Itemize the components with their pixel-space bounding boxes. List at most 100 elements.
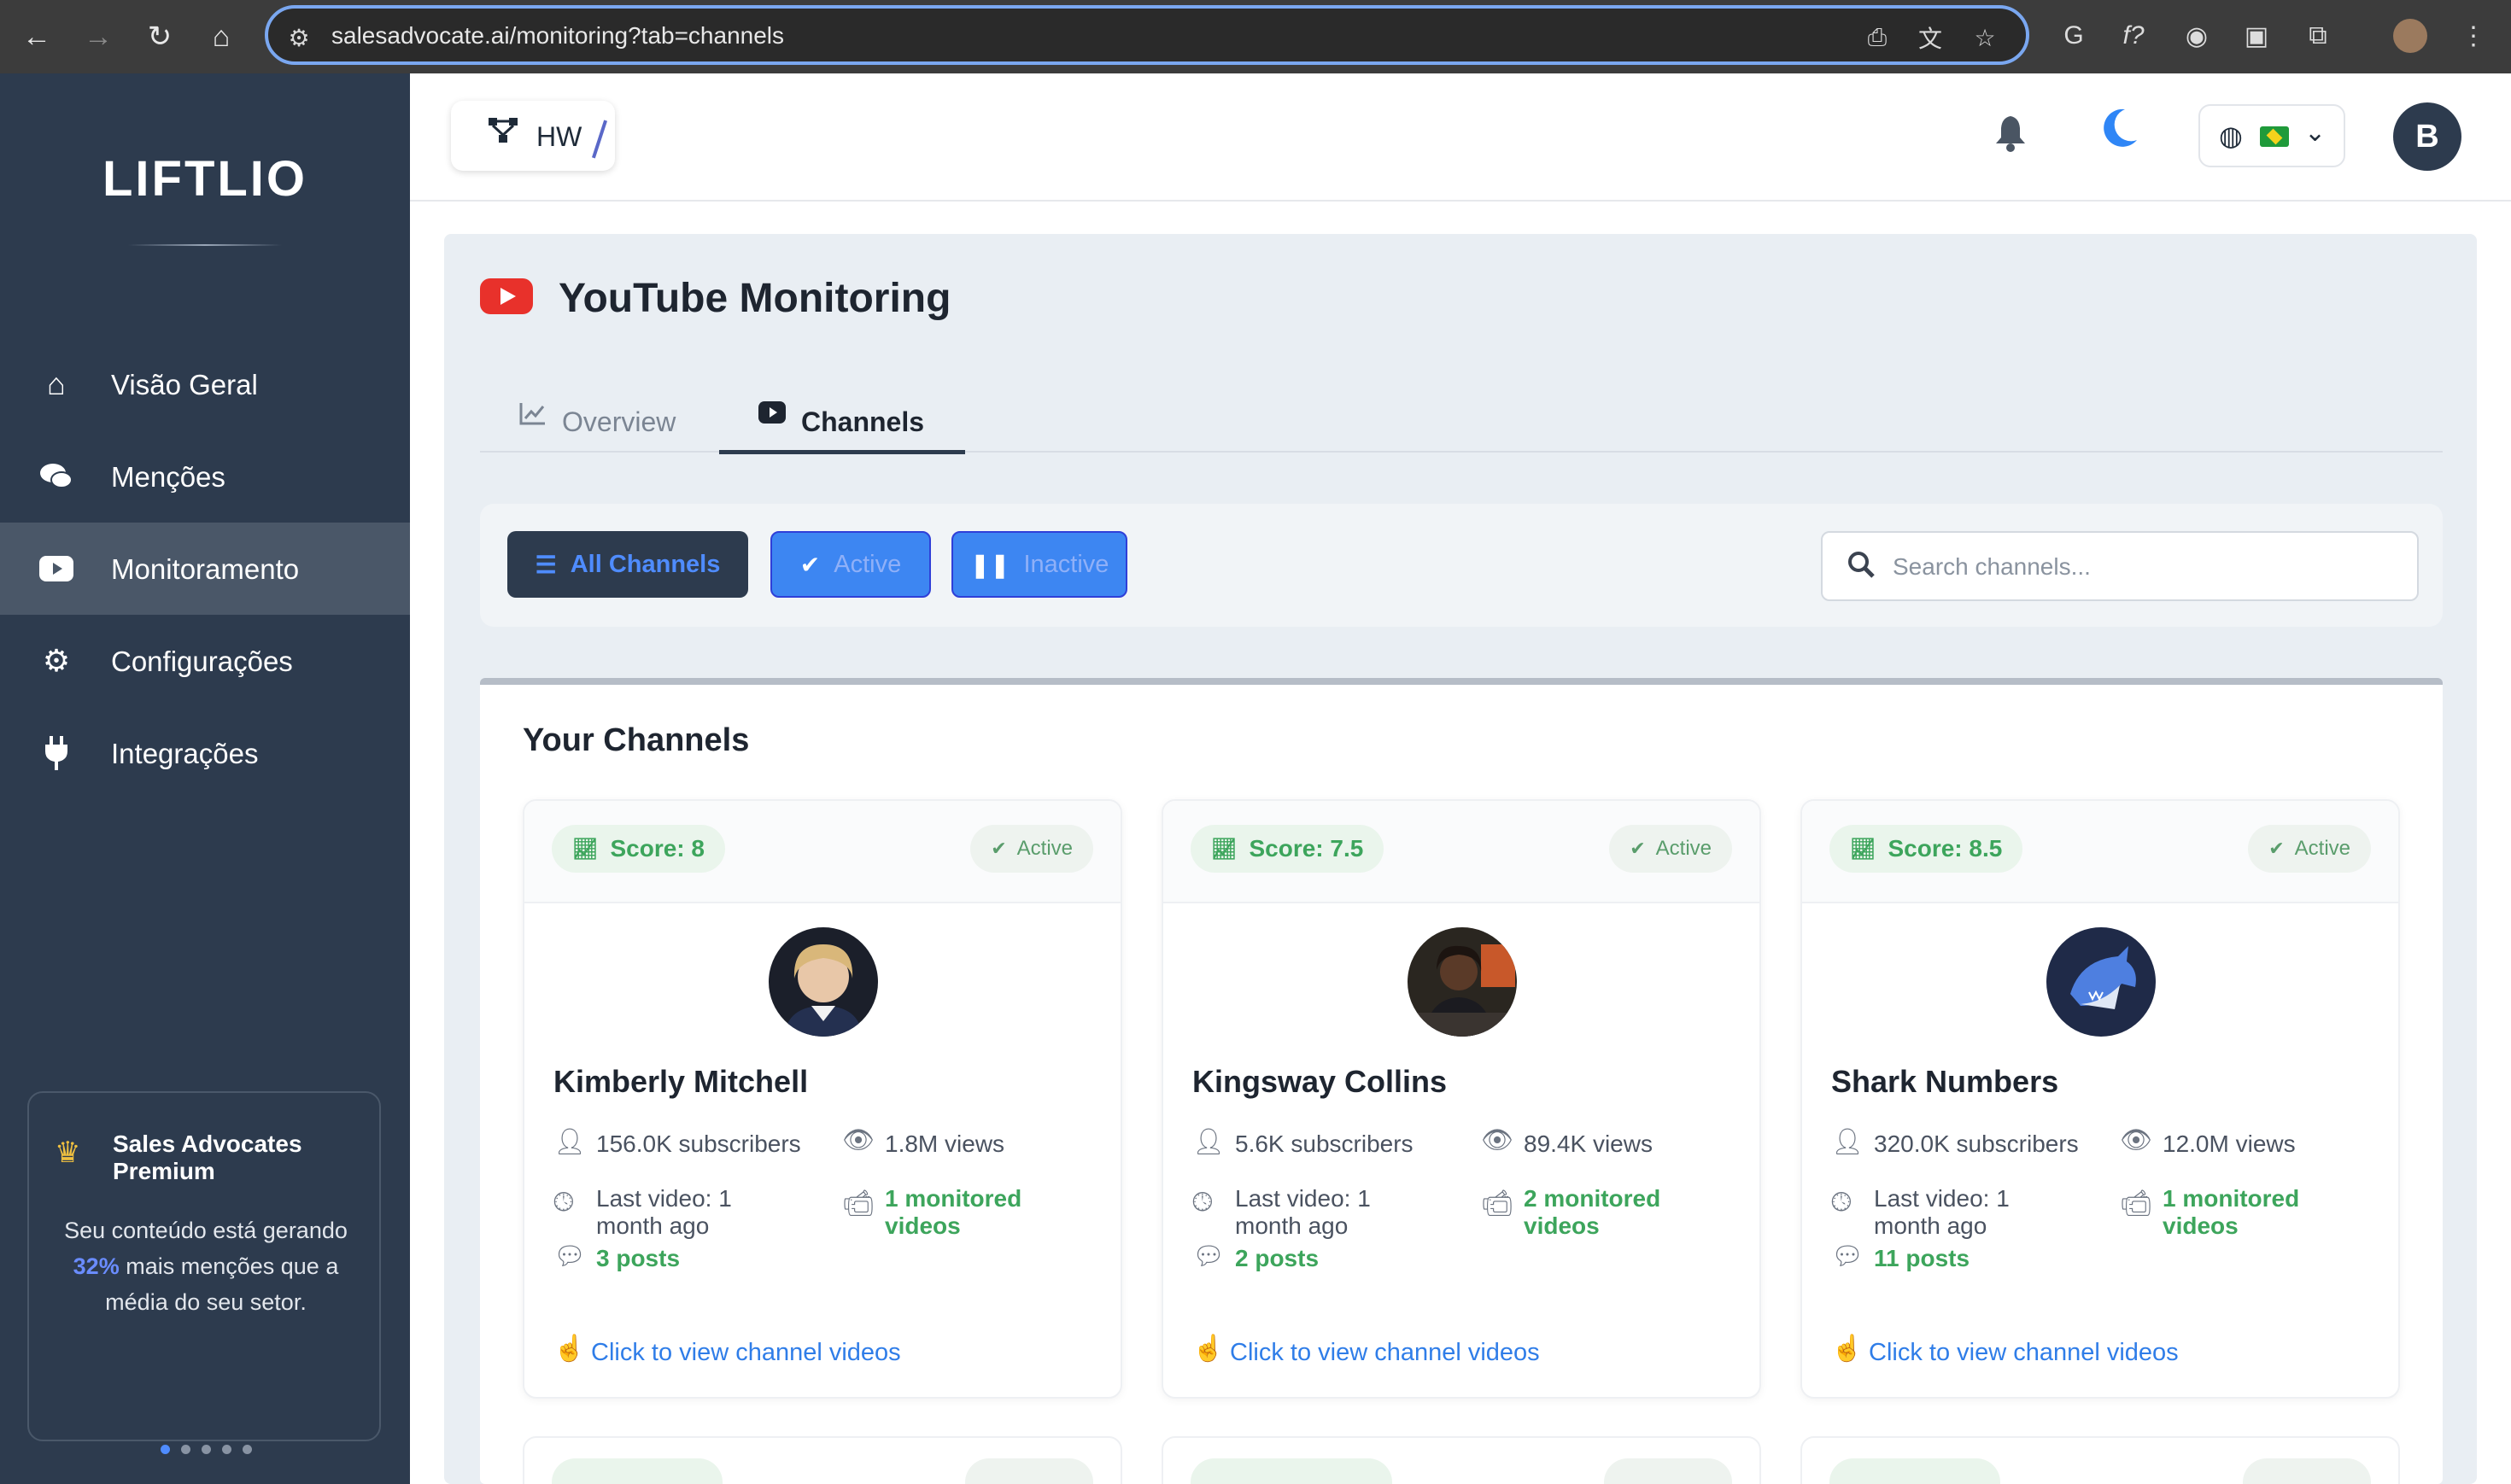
clock-icon: 🕓︎ [553, 1189, 574, 1217]
app-logo[interactable]: LIFTLIO [0, 150, 410, 207]
channel-avatar [1408, 927, 1517, 1037]
home-browser-icon[interactable]: ⌂ [196, 12, 246, 61]
carousel-dot[interactable] [181, 1445, 190, 1454]
monitored-videos: 2 monitored videos [1524, 1185, 1661, 1239]
google-translate-extension-icon[interactable]: G [2052, 14, 2096, 58]
color-extension-icon[interactable]: ▣ [2234, 14, 2279, 58]
all-channels-button[interactable]: ☰ All Channels [507, 531, 748, 598]
project-tree-icon [489, 118, 518, 150]
check-icon: ✔ [2268, 838, 2285, 859]
card-header: 📈︎ Score: 7.5 ✔ Active [1163, 801, 1759, 903]
chart-line-icon: 📈︎ [1850, 837, 1876, 861]
youtube-small-icon [758, 401, 786, 430]
subscribers-count: 156.0K subscribers [596, 1131, 801, 1157]
sidebar-item-label: Menções [111, 461, 225, 493]
eye-icon: 👁︎ [842, 1126, 875, 1154]
eye-icon: 👁︎ [1481, 1126, 1514, 1154]
search-box[interactable] [1821, 531, 2419, 601]
pointer-hand-icon: ☝ [553, 1335, 586, 1363]
user-avatar[interactable]: B [2393, 102, 2461, 171]
bookmark-star-icon[interactable]: ☆ [1966, 19, 2004, 56]
status-badge [965, 1458, 1093, 1484]
sidebar-item-monitoramento[interactable]: Monitoramento [0, 523, 410, 615]
channel-card[interactable]: 📈︎ Score: 8.5 ✔ Active Shark Numbers 👤︎ 32… [1800, 799, 2400, 1399]
tab-label: Channels [801, 406, 925, 437]
formula-extension-icon[interactable]: f? [2111, 14, 2156, 58]
camera-extension-icon[interactable]: ◉ [2174, 14, 2219, 58]
notification-bell-icon[interactable] [1993, 114, 2028, 161]
view-channel-videos-link[interactable]: Click to view channel videos [1869, 1339, 2179, 1367]
filter-bar: ☰ All Channels ✔ Active ❚❚ Inactive [480, 504, 2443, 627]
channel-avatar [769, 927, 878, 1037]
user-icon: 👤︎ [553, 1128, 587, 1156]
browser-toolbar: ← → ↻ ⌂ ⚙ salesadvocate.ai/monitoring?ta… [0, 0, 2511, 73]
chart-line-icon: 📈︎ [1211, 837, 1238, 861]
view-channel-videos-link[interactable]: Click to view channel videos [1230, 1339, 1540, 1367]
view-channel-videos-link[interactable]: Click to view channel videos [591, 1339, 901, 1367]
plug-icon [38, 734, 75, 772]
project-selector[interactable]: HW [451, 101, 615, 171]
reload-icon[interactable]: ↻ [135, 12, 184, 61]
user-icon: 👤︎ [1192, 1128, 1226, 1156]
language-selector[interactable]: ◍ ⌄ [2198, 104, 2345, 167]
status-badge: ✔ Active [2248, 825, 2371, 873]
carousel-dot[interactable] [243, 1445, 252, 1454]
channel-card-partial[interactable] [523, 1436, 1122, 1484]
carousel-dot[interactable] [161, 1445, 170, 1454]
channel-card[interactable]: 📈︎ Score: 7.5 ✔ Active Kingsway Collins 👤︎… [1162, 799, 1761, 1399]
tab-channels[interactable]: Channels [719, 381, 965, 454]
search-icon [1847, 550, 1876, 587]
sidebar-item-integracoes[interactable]: Integrações [0, 707, 410, 799]
site-info-icon[interactable]: ⚙ [280, 19, 318, 56]
carousel-dot[interactable] [202, 1445, 211, 1454]
sidebar-item-configuracoes[interactable]: ⚙ Configurações [0, 615, 410, 707]
content-panel: YouTube Monitoring Overview Channels ☰ Al… [444, 234, 2477, 1484]
crown-icon: ♛ [55, 1136, 81, 1169]
extensions-puzzle-icon[interactable]: ⧉ [2296, 14, 2340, 58]
tab-bar: Overview Channels [480, 381, 2443, 454]
check-icon: ✔ [799, 551, 821, 578]
comment-icon: 💬︎ [1831, 1242, 1864, 1271]
score-badge: 📈︎ Score: 7.5 [1191, 825, 1384, 873]
inactive-filter-button[interactable]: ❚❚ Inactive [951, 531, 1127, 598]
score-badge: 📈︎ Score: 8.5 [1829, 825, 2023, 873]
url-text[interactable]: salesadvocate.ai/monitoring?tab=channels [331, 22, 784, 50]
address-bar[interactable]: ⚙ salesadvocate.ai/monitoring?tab=channe… [265, 5, 2029, 65]
sidebar-item-visao-geral[interactable]: ⌂ Visão Geral [0, 338, 410, 430]
chart-line-icon [519, 401, 547, 432]
browser-menu-icon[interactable]: ⋮ [2451, 14, 2496, 58]
youtube-logo-icon [480, 278, 533, 314]
eye-icon: 👁︎ [2120, 1126, 2153, 1154]
gear-icon: ⚙ [42, 643, 71, 678]
posts-count: 2 posts [1235, 1245, 1320, 1271]
tab-overview[interactable]: Overview [480, 381, 719, 453]
last-video: Last video: 1 month ago [1235, 1185, 1371, 1239]
logo-divider [128, 244, 282, 246]
carousel-dot[interactable] [222, 1445, 231, 1454]
dark-mode-moon-icon[interactable] [2101, 108, 2139, 159]
search-input[interactable] [1893, 546, 2397, 587]
channel-card[interactable]: 📈︎ Score: 8 ✔ Active Kimberly Mitchell 👤︎ … [523, 799, 1122, 1399]
translate-icon[interactable]: 文 [1911, 19, 1949, 56]
channel-card-partial[interactable] [1162, 1436, 1761, 1484]
sidebar-item-label: Integrações [111, 738, 259, 769]
active-filter-button[interactable]: ✔ Active [770, 531, 931, 598]
monitored-videos: 1 monitored videos [885, 1185, 1022, 1239]
forward-icon[interactable]: → [73, 12, 123, 61]
status-badge: ✔ Active [970, 825, 1093, 873]
premium-title: Sales Advocates Premium [113, 1131, 302, 1184]
monitored-videos: 1 monitored videos [2163, 1185, 2300, 1239]
profile-avatar-icon[interactable] [2388, 14, 2432, 58]
sidebar-item-mencoes[interactable]: Menções [0, 430, 410, 523]
comment-icon: 💬︎ [553, 1242, 587, 1271]
back-icon[interactable]: ← [12, 12, 61, 61]
video-camera-icon: 📹︎ [2120, 1189, 2153, 1218]
comments-icon [38, 458, 75, 495]
channel-card-partial[interactable] [1800, 1436, 2400, 1484]
tab-label: Overview [562, 406, 676, 437]
pointer-hand-icon: ☝ [1192, 1335, 1225, 1363]
views-count: 1.8M views [885, 1131, 1005, 1157]
youtube-icon [38, 550, 75, 587]
install-app-icon[interactable]: ⎙ [1858, 19, 1896, 56]
posts-count: 11 posts [1874, 1245, 1970, 1271]
